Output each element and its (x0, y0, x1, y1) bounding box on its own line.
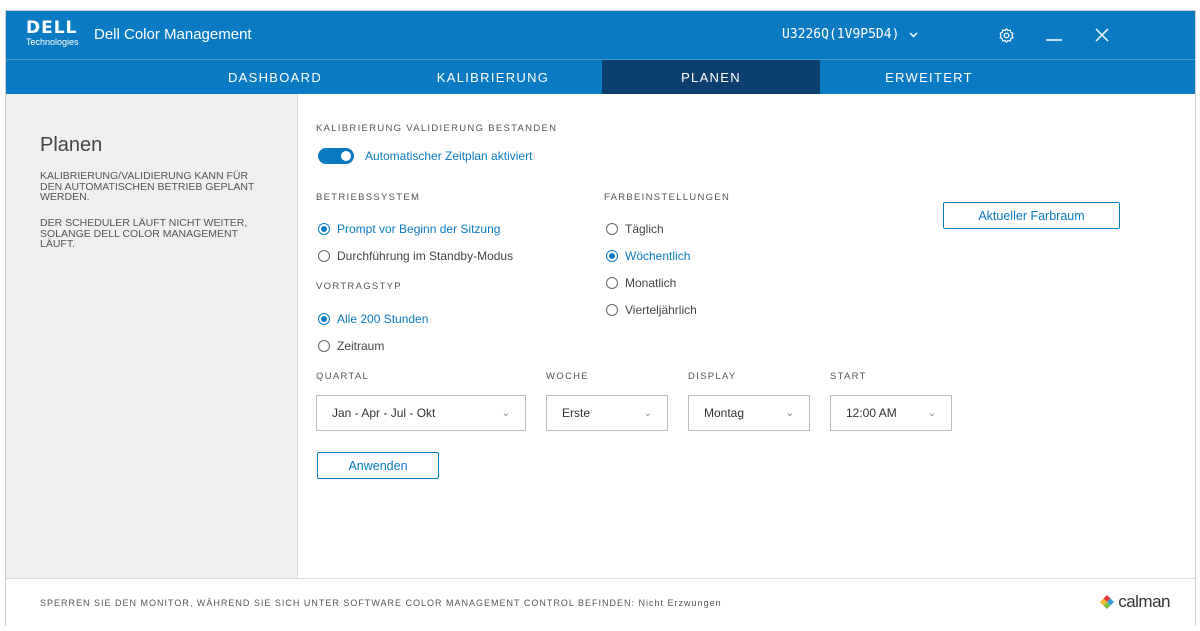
current-colorspace-button[interactable]: Aktueller Farbraum (943, 202, 1120, 229)
info-panel: Planen KALIBRIERUNG/VALIDIERUNG KANN FÜR… (6, 94, 298, 578)
chevron-down-icon: ⌄ (643, 407, 652, 419)
gear-icon[interactable] (996, 25, 1016, 45)
chevron-down-icon: ⌄ (785, 407, 794, 419)
radio-dot (318, 340, 330, 352)
calman-diamond-icon (1100, 595, 1115, 609)
radio-prompt-before-session[interactable]: Prompt vor Beginn der Sitzung (318, 222, 500, 236)
display-select[interactable]: Montag ⌄ (688, 395, 810, 431)
week-select[interactable]: Erste ⌄ (546, 395, 668, 431)
logo-sub-text: Technologies (26, 37, 79, 47)
auto-schedule-label: Automatischer Zeitplan aktiviert (365, 149, 533, 163)
radio-every-200-hours[interactable]: Alle 200 Stunden (318, 312, 428, 326)
radio-period[interactable]: Zeitraum (318, 339, 384, 353)
tab-dashboard[interactable]: DASHBOARD (166, 60, 384, 94)
calman-logo: calman (1099, 592, 1170, 612)
tab-kalibrierung[interactable]: KALIBRIERUNG (384, 60, 602, 94)
week-label: WOCHE (546, 371, 589, 382)
close-icon[interactable] (1092, 25, 1112, 45)
title-bar: DELL Technologies Dell Color Management … (6, 11, 1195, 59)
start-select[interactable]: 12:00 AM ⌄ (830, 395, 952, 431)
display-value: Montag (704, 406, 745, 420)
chevron-down-icon: ⌄ (927, 407, 936, 419)
calman-text: calman (1118, 592, 1170, 611)
apply-button[interactable]: Anwenden (317, 452, 439, 479)
auto-schedule-toggle[interactable] (318, 148, 354, 164)
status-label: KALIBRIERUNG VALIDIERUNG BESTANDEN (316, 123, 558, 134)
radio-standby-mode[interactable]: Durchführung im Standby-Modus (318, 249, 513, 263)
info-text-scheduler: DER SCHEDULER LÄUFT NICHT WEITER, SOLANG… (40, 217, 248, 250)
radio-dot (606, 250, 618, 262)
radio-daily[interactable]: Täglich (606, 222, 664, 236)
radio-dot (318, 250, 330, 262)
quarter-select[interactable]: Jan - Apr - Jul - Okt ⌄ (316, 395, 526, 431)
info-text-schedule: KALIBRIERUNG/VALIDIERUNG KANN FÜR DEN AU… (40, 170, 255, 203)
chevron-down-icon (909, 31, 918, 38)
monitor-lock-status: SPERREN SIE DEN MONITOR, WÄHREND SIE SIC… (40, 598, 722, 608)
radio-dot (606, 223, 618, 235)
radio-dot (318, 223, 330, 235)
start-value: 12:00 AM (846, 406, 897, 420)
radio-label: Wöchentlich (625, 249, 691, 263)
page-title: Planen (40, 134, 103, 156)
tab-planen[interactable]: PLANEN (602, 60, 820, 94)
monitor-selector[interactable]: U3226Q(1V9P5D4) (782, 27, 918, 42)
logo-main-text: DELL (26, 18, 78, 38)
quarter-label: QUARTAL (316, 371, 370, 382)
main-nav: DASHBOARD KALIBRIERUNG PLANEN ERWEITERT (6, 59, 1195, 94)
dell-logo: DELL Technologies (26, 18, 79, 51)
radio-label: Monatlich (625, 276, 677, 290)
radio-dot (606, 277, 618, 289)
radio-dot (606, 304, 618, 316)
radio-label: Alle 200 Stunden (337, 312, 429, 326)
type-section-label: VORTRAGSTYP (316, 281, 402, 292)
color-section-label: FARBEINSTELLUNGEN (604, 192, 731, 203)
tab-erweitert[interactable]: ERWEITERT (820, 60, 1038, 94)
footer: SPERREN SIE DEN MONITOR, WÄHREND SIE SIC… (6, 578, 1195, 627)
os-section-label: BETRIEBSSYSTEM (316, 192, 421, 203)
monitor-name: U3226Q(1V9P5D4) (782, 27, 900, 42)
radio-dot (318, 313, 330, 325)
radio-label: Durchführung im Standby-Modus (337, 249, 514, 263)
app-window: DELL Technologies Dell Color Management … (5, 10, 1196, 627)
radio-quarterly[interactable]: Vierteljährlich (606, 303, 697, 317)
app-title: Dell Color Management (94, 26, 252, 43)
radio-label: Täglich (625, 222, 664, 236)
week-value: Erste (562, 406, 591, 420)
radio-label: Vierteljährlich (625, 303, 697, 317)
display-label: DISPLAY (688, 371, 737, 382)
radio-label: Prompt vor Beginn der Sitzung (337, 222, 501, 236)
radio-label: Zeitraum (337, 339, 385, 353)
minimize-icon[interactable] (1044, 25, 1064, 45)
radio-monthly[interactable]: Monatlich (606, 276, 676, 290)
start-label: START (830, 371, 867, 382)
chevron-down-icon: ⌄ (501, 407, 510, 419)
radio-weekly[interactable]: Wöchentlich (606, 249, 690, 263)
quarter-value: Jan - Apr - Jul - Okt (332, 406, 436, 420)
